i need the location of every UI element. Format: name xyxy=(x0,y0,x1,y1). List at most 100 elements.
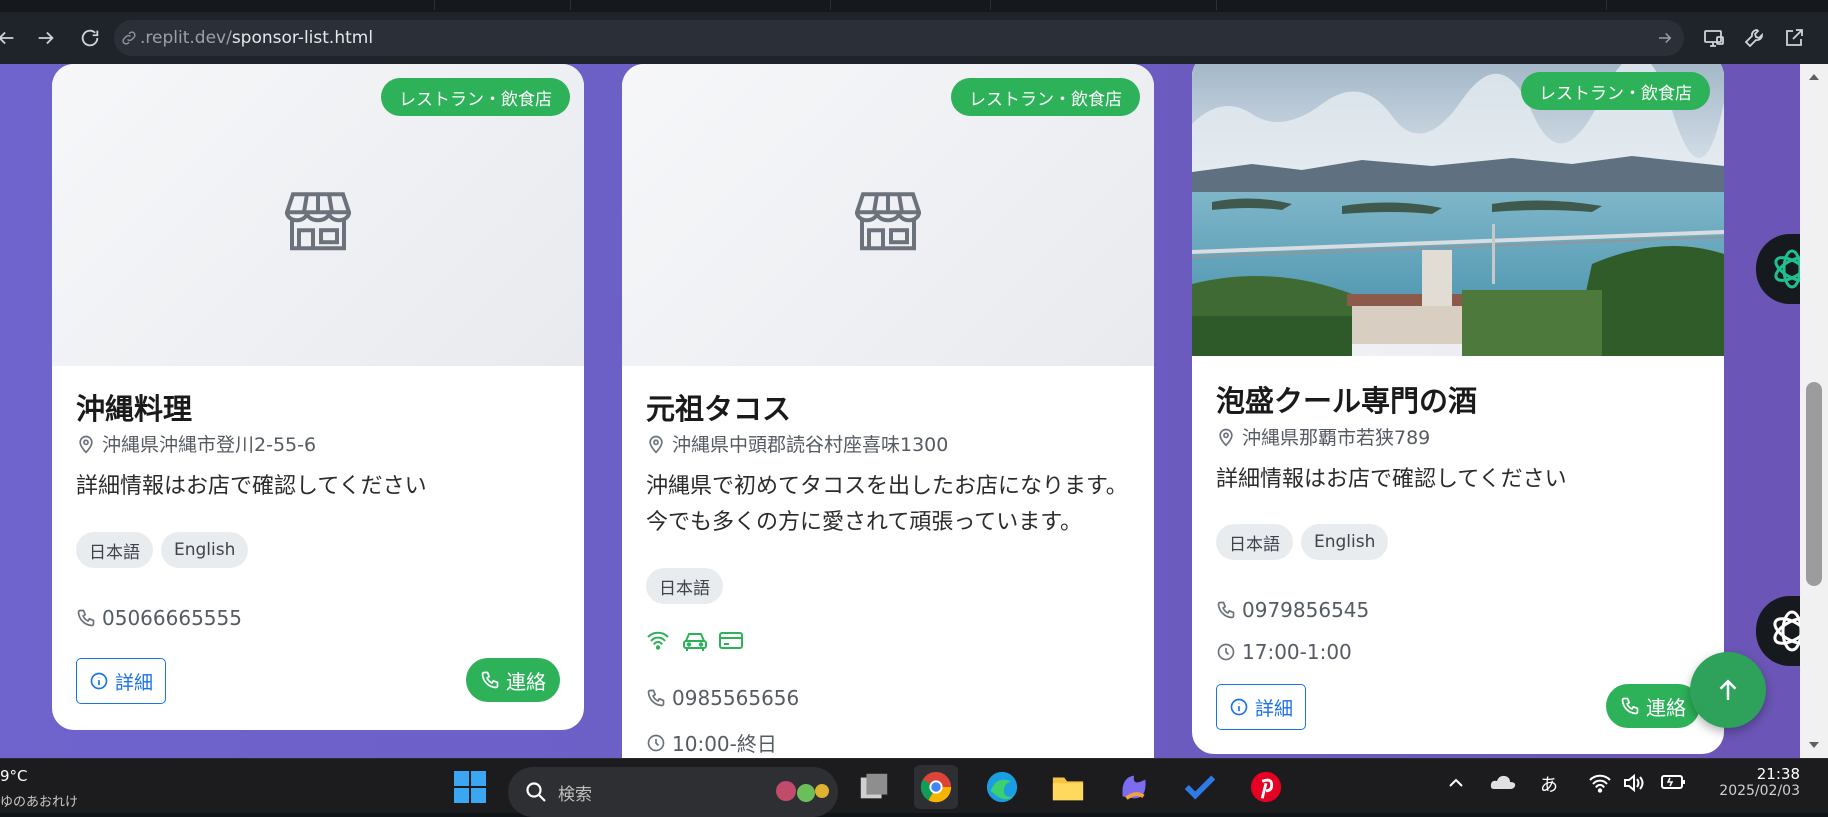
card-title: 沖縄料理 xyxy=(76,392,193,426)
info-icon xyxy=(1230,698,1248,716)
language-tag: English xyxy=(1301,524,1389,560)
language-tag: 日本語 xyxy=(1216,524,1293,560)
open-external-icon[interactable] xyxy=(1782,26,1808,52)
cast-icon[interactable] xyxy=(1702,26,1728,52)
tab-separator xyxy=(990,0,991,10)
card-phone: 05066665555 xyxy=(76,606,242,630)
forward-icon[interactable] xyxy=(34,26,58,50)
language-tags: 日本語 English xyxy=(76,532,249,568)
language-tags: 日本語 English xyxy=(1216,524,1389,560)
call-button-label: 連絡 xyxy=(506,669,546,694)
back-icon[interactable] xyxy=(0,26,18,50)
taskbar-search[interactable]: 検索 xyxy=(508,767,838,817)
search-icon xyxy=(526,782,546,802)
phone-icon xyxy=(647,689,665,707)
card-description: 詳細情報はお店で確認してください xyxy=(1216,467,1567,492)
sponsor-card: レストラン・飲食店 沖縄料理 沖縄県沖縄市登川2-55-6 詳細情報はお店で確認… xyxy=(52,64,584,730)
phone-text: 0979856545 xyxy=(1242,598,1370,622)
sponsor-card: レストラン・飲食店 元祖タコス 沖縄県中頭郡読谷村座喜味1300 沖縄県で初めて… xyxy=(622,64,1154,758)
hours-text: 17:00-1:00 xyxy=(1242,640,1352,664)
task-view-icon[interactable] xyxy=(852,765,896,809)
map-pin-icon xyxy=(649,435,663,454)
map-pin-icon xyxy=(79,435,93,454)
card-address: 沖縄県沖縄市登川2-55-6 xyxy=(76,430,316,457)
phone-icon xyxy=(1621,697,1639,715)
sponsor-card: レストラン・飲食店 泡盛クール専門の酒 沖縄県那覇市若狭789 詳細情報はお店で… xyxy=(1192,64,1724,754)
card-phone: 0979856545 xyxy=(1216,598,1369,622)
battery-icon[interactable] xyxy=(1660,773,1688,796)
browser-toolbar: .replit.dev/sponsor-list.html xyxy=(0,12,1828,64)
tab-separator xyxy=(570,0,571,10)
call-button-label: 連絡 xyxy=(1646,695,1686,720)
sponsor-list-page: レストラン・飲食店 沖縄料理 沖縄県沖縄市登川2-55-6 詳細情報はお店で確認… xyxy=(0,64,1800,758)
card-title: 泡盛クール専門の酒 xyxy=(1216,384,1478,418)
car-icon xyxy=(682,630,708,652)
scroll-up-arrow-icon[interactable] xyxy=(1807,70,1821,84)
search-highlight-icon xyxy=(776,781,829,802)
url-text: .replit.dev/sponsor-list.html xyxy=(140,28,374,48)
taskbar-clock[interactable]: 21:38 2025/02/03 xyxy=(1710,765,1800,799)
category-badge: レストラン・飲食店 xyxy=(381,78,570,116)
card-phone: 0985565656 xyxy=(646,686,799,710)
copilot-taskbar-icon[interactable] xyxy=(1112,765,1156,809)
clock-icon xyxy=(647,734,665,751)
wrench-icon[interactable] xyxy=(1742,26,1768,52)
hours-text: 10:00-終日 xyxy=(672,732,777,756)
search-placeholder: 検索 xyxy=(558,784,592,805)
chrome-taskbar-icon[interactable] xyxy=(914,765,958,809)
language-tag: English xyxy=(161,532,249,568)
card-title: 元祖タコス xyxy=(646,392,792,426)
card-description: 詳細情報はお店で確認してください xyxy=(76,474,427,499)
weather-widget[interactable]: 9°C ゆのあおれけ xyxy=(0,767,78,810)
credit-card-icon xyxy=(718,630,744,652)
scroll-to-top-button[interactable] xyxy=(1690,652,1766,728)
detail-button-label: 詳細 xyxy=(115,671,154,694)
detail-button[interactable]: 詳細 xyxy=(76,658,167,704)
todo-taskbar-icon[interactable] xyxy=(1178,765,1222,809)
call-button[interactable]: 連絡 xyxy=(466,658,560,702)
weather-description: ゆのあおれけ xyxy=(0,795,79,810)
tab-separator xyxy=(1606,0,1607,10)
chevron-up-icon[interactable] xyxy=(1446,773,1466,798)
ime-indicator[interactable]: あ xyxy=(1540,771,1558,797)
clock-date: 2025/02/03 xyxy=(1719,783,1800,799)
tab-separator xyxy=(434,0,435,10)
pinterest-taskbar-icon[interactable] xyxy=(1244,765,1288,809)
wifi-icon[interactable] xyxy=(1588,773,1612,798)
weather-temperature: 9°C xyxy=(0,767,28,785)
store-icon xyxy=(285,192,351,251)
language-tag: 日本語 xyxy=(646,568,723,604)
language-tag: 日本語 xyxy=(76,532,153,568)
wifi-icon xyxy=(646,630,672,652)
address-text: 沖縄県中頭郡読谷村座喜味1300 xyxy=(672,434,949,456)
clock-icon xyxy=(1217,643,1235,661)
start-button[interactable] xyxy=(448,765,492,809)
windows-taskbar: 9°C ゆのあおれけ 検索 あ 21:38 2025/02/03 xyxy=(0,758,1828,817)
reload-icon[interactable] xyxy=(78,26,102,50)
go-arrow-icon[interactable] xyxy=(1656,29,1674,47)
phone-icon xyxy=(77,609,95,627)
arrow-up-icon xyxy=(1719,679,1737,700)
card-address: 沖縄県中頭郡読谷村座喜味1300 xyxy=(646,430,948,457)
vertical-scrollbar[interactable] xyxy=(1800,64,1828,758)
onedrive-icon[interactable] xyxy=(1490,773,1516,796)
detail-button-label: 詳細 xyxy=(1255,697,1294,720)
detail-button[interactable]: 詳細 xyxy=(1216,684,1307,730)
volume-icon[interactable] xyxy=(1622,773,1646,798)
scroll-down-arrow-icon[interactable] xyxy=(1807,738,1821,752)
call-button[interactable]: 連絡 xyxy=(1606,684,1700,728)
address-bar[interactable]: .replit.dev/sponsor-list.html xyxy=(114,20,1684,56)
phone-text: 05066665555 xyxy=(102,606,242,630)
store-icon xyxy=(855,192,921,251)
scrollbar-thumb[interactable] xyxy=(1806,382,1822,586)
link-icon xyxy=(122,31,136,45)
tab-separator xyxy=(1216,0,1217,10)
file-explorer-taskbar-icon[interactable] xyxy=(1046,765,1090,809)
edge-taskbar-icon[interactable] xyxy=(980,765,1024,809)
info-icon xyxy=(90,672,108,690)
tab-strip xyxy=(0,0,1828,12)
phone-text: 0985565656 xyxy=(672,686,800,710)
phone-icon xyxy=(481,671,499,689)
clock-time: 21:38 xyxy=(1756,765,1800,783)
language-tags: 日本語 xyxy=(646,568,723,604)
